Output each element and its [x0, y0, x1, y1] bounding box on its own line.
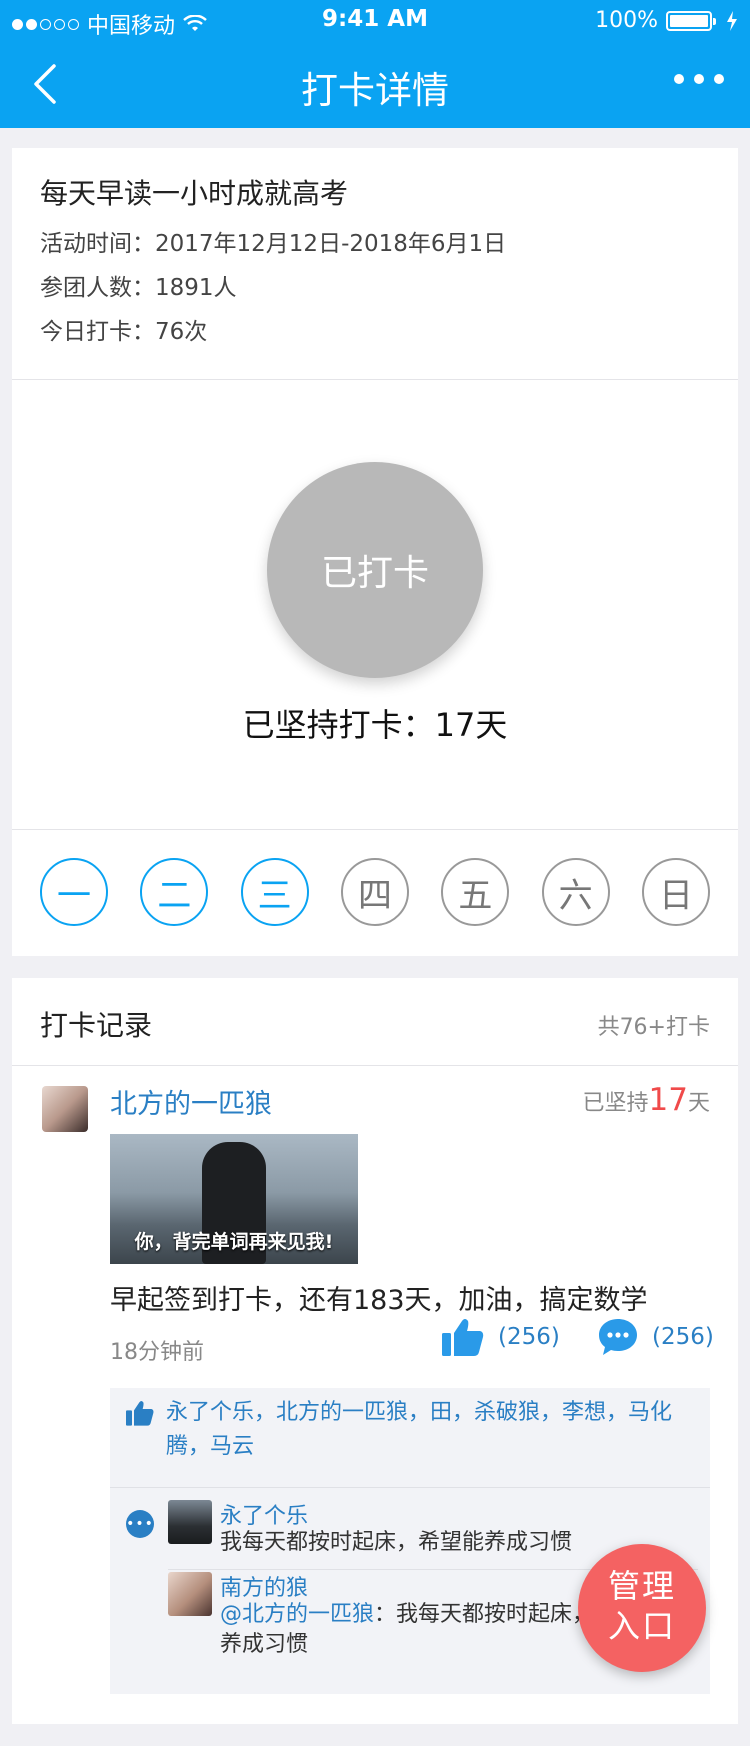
like-count: (256): [498, 1324, 560, 1350]
day-fri[interactable]: 五: [441, 858, 510, 926]
comment-button[interactable]: (256): [598, 1318, 714, 1356]
comment-username[interactable]: 永了个乐: [220, 1498, 308, 1530]
week-row: 一 二 三 四 五 六 日: [12, 830, 738, 926]
navbar: 打卡详情: [0, 40, 750, 128]
records-total: 共76+打卡: [597, 1015, 710, 1040]
checkin-button[interactable]: 已打卡: [267, 462, 483, 678]
checkin-area: 已打卡 已坚持打卡：17天: [12, 380, 738, 830]
post-username[interactable]: 北方的一匹狼: [110, 1082, 272, 1121]
records-title: 打卡记录: [40, 1009, 153, 1042]
comment-username[interactable]: 南方的狼: [220, 1570, 308, 1602]
thumbs-up-small-icon: [126, 1401, 154, 1426]
day-sat[interactable]: 六: [541, 858, 610, 926]
persist-days: 17: [648, 1082, 688, 1118]
status-bar: 中国移动 9:41 AM 100%: [0, 0, 750, 40]
day-sun[interactable]: 日: [641, 858, 710, 926]
day-mon[interactable]: 一: [40, 858, 108, 926]
comment-avatar[interactable]: [168, 1500, 212, 1544]
activity-title: 每天早读一小时成就高考: [40, 177, 349, 210]
day-wed[interactable]: 三: [240, 858, 309, 926]
activity-members: 参团人数：1891人: [40, 275, 237, 301]
activity-today: 今日打卡：76次: [40, 319, 208, 345]
comment-bubble-icon: [599, 1319, 637, 1355]
fab-line1: 管理: [607, 1567, 676, 1605]
persist-prefix: 已坚持: [582, 1091, 649, 1116]
page-title: 打卡详情: [301, 69, 449, 112]
battery-icon: [666, 10, 716, 31]
likers-list[interactable]: 永了个乐，北方的一匹狼，田，杀破狼，李想，马化腾，马云: [166, 1396, 686, 1464]
like-button[interactable]: (256): [442, 1318, 560, 1356]
charging-icon: [727, 10, 737, 31]
status-right: 100%: [595, 8, 738, 33]
manage-entry-button[interactable]: 管理 入口: [578, 1544, 706, 1672]
post-image[interactable]: 你，背完单词再来见我!: [110, 1134, 358, 1264]
comment-count: (256): [652, 1324, 714, 1350]
streak-text: 已坚持打卡：17天: [242, 706, 508, 744]
day-tue[interactable]: 二: [140, 858, 209, 926]
app-header: 中国移动 9:41 AM 100% 打卡详情: [0, 0, 750, 128]
post-time: 18分钟前: [110, 1340, 204, 1365]
activity-card: 每天早读一小时成就高考 活动时间：2017年12月12日-2018年6月1日 参…: [12, 148, 738, 956]
more-options-icon[interactable]: [674, 74, 724, 84]
fab-line2: 入口: [607, 1607, 676, 1645]
avatar[interactable]: [42, 1086, 88, 1132]
likers-section: 永了个乐，北方的一匹狼，田，杀破狼，李想，马化腾，马云: [110, 1388, 710, 1488]
day-thu[interactable]: 四: [340, 858, 409, 926]
post-text: 早起签到打卡，还有183天，加油，搞定数学: [110, 1285, 648, 1316]
persist-badge: 已坚持17天: [583, 1082, 710, 1118]
comment-small-icon: •••: [126, 1510, 154, 1538]
comment-mention[interactable]: @北方的一匹狼: [220, 1602, 374, 1627]
records-header: 打卡记录 共76+打卡: [12, 978, 738, 1066]
thumbs-up-icon: [442, 1319, 484, 1356]
comment-avatar[interactable]: [168, 1572, 212, 1616]
activity-time: 活动时间：2017年12月12日-2018年6月1日: [40, 231, 507, 257]
image-caption: 你，背完单词再来见我!: [134, 1231, 334, 1253]
activity-info: 每天早读一小时成就高考 活动时间：2017年12月12日-2018年6月1日 参…: [12, 148, 738, 380]
battery-percent: 100%: [595, 8, 658, 33]
persist-suffix: 天: [687, 1091, 710, 1116]
